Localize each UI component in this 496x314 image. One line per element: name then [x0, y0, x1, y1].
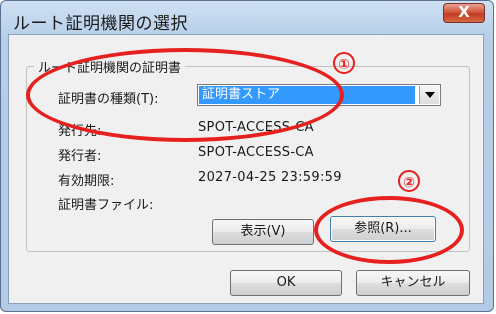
ok-button[interactable]: OK — [230, 270, 342, 296]
issued-by-value: SPOT-ACCESS-CA — [198, 145, 314, 160]
issued-by-label: 発行者: — [58, 149, 102, 164]
cancel-button[interactable]: キャンセル — [356, 270, 470, 296]
view-button[interactable]: 表示(V) — [212, 219, 314, 245]
certificate-file-label: 証明書ファイル: — [58, 198, 154, 213]
expiry-label: 有効期限: — [58, 174, 115, 189]
annotation-marker-2: ② — [398, 170, 420, 192]
annotation-marker-1: ① — [333, 52, 355, 74]
close-icon: X — [458, 3, 470, 21]
title-bar[interactable]: ルート証明機関の選択 X — [1, 1, 493, 35]
expiry-value: 2027-04-25 23:59:59 — [198, 170, 342, 185]
chevron-down-icon[interactable] — [419, 86, 439, 104]
annotation-ellipse-1 — [26, 48, 344, 142]
close-button[interactable]: X — [443, 3, 485, 23]
annotation-ellipse-2 — [314, 196, 464, 264]
window-title: ルート証明機関の選択 — [13, 14, 188, 34]
